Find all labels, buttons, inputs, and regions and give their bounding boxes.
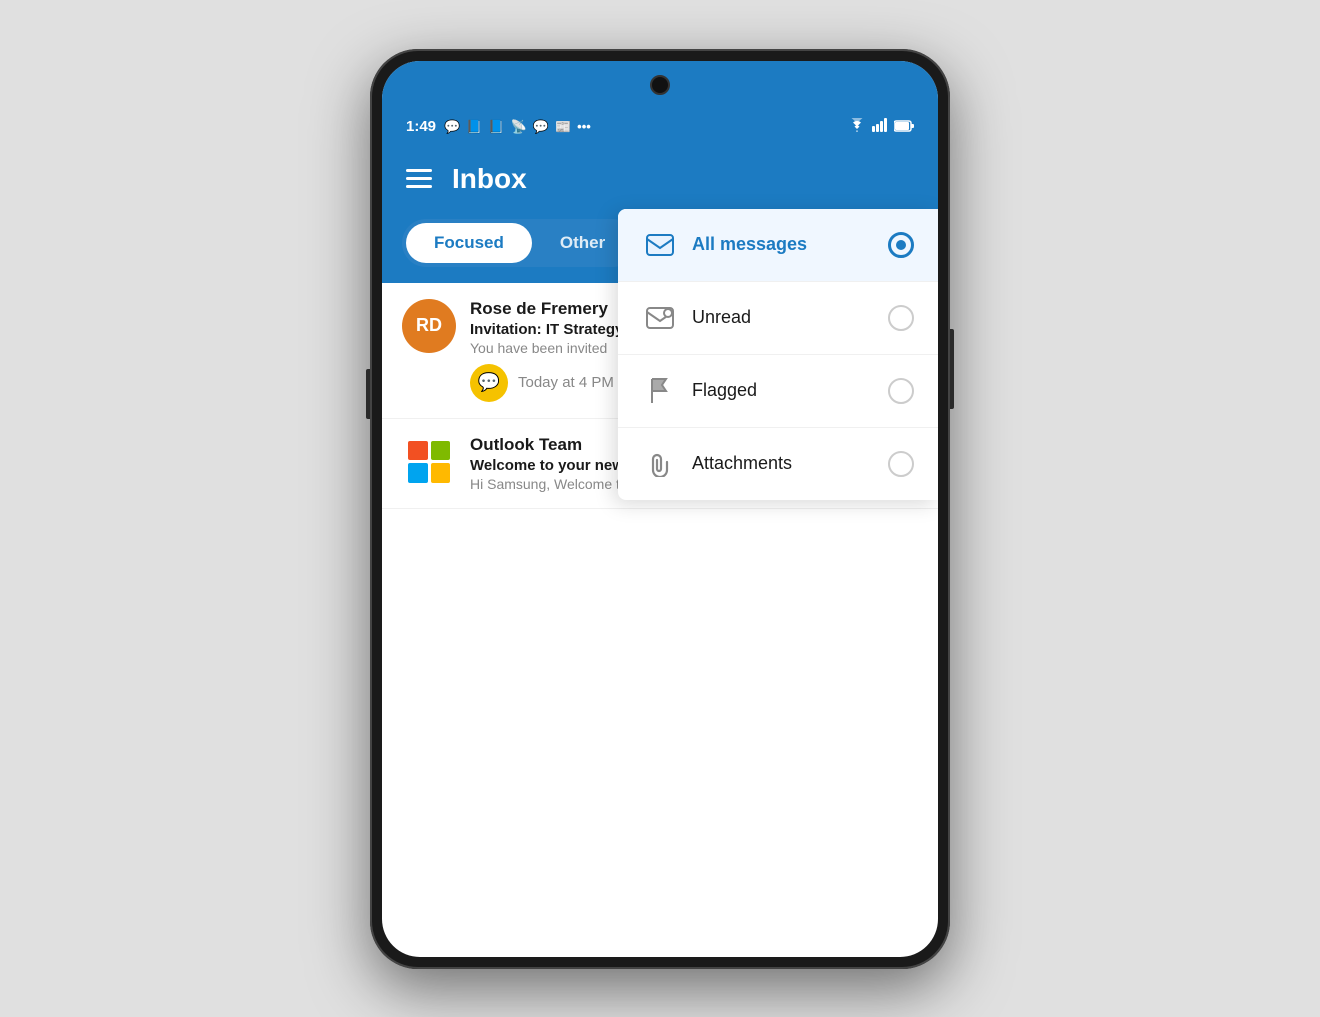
logo-green — [431, 441, 451, 461]
facebook2-icon: 📘 — [488, 119, 504, 135]
hamburger-menu[interactable] — [406, 169, 432, 188]
flagged-label: Flagged — [692, 380, 874, 401]
flagged-icon — [642, 373, 678, 409]
camera-lens — [650, 75, 670, 95]
all-messages-label: All messages — [692, 234, 874, 255]
menu-line-1 — [406, 169, 432, 172]
all-messages-icon — [642, 227, 678, 263]
logo-blue — [408, 463, 428, 483]
avatar-rd: RD — [402, 299, 456, 353]
facebook-icon: 📘 — [466, 119, 482, 135]
tab-toggle: Focused Other — [402, 219, 637, 267]
status-right-icons — [848, 118, 914, 135]
radio-all-messages[interactable] — [888, 232, 914, 258]
attachments-label: Attachments — [692, 453, 874, 474]
radio-unread[interactable] — [888, 305, 914, 331]
radio-flagged[interactable] — [888, 378, 914, 404]
filter-unread[interactable]: Unread — [618, 282, 938, 355]
unread-label: Unread — [692, 307, 874, 328]
signal-icon — [872, 118, 888, 135]
filter-flagged[interactable]: Flagged — [618, 355, 938, 428]
filter-dropdown: All messages Unread — [618, 209, 938, 500]
filter-attachments[interactable]: Attachments — [618, 428, 938, 500]
message-icon: 💬 — [533, 119, 549, 135]
time-display: 1:49 — [406, 118, 436, 135]
inbox-title: Inbox — [452, 163, 527, 195]
phone-frame: 1:49 💬 📘 📘 📡 💬 📰 ••• — [370, 49, 950, 969]
more-icon: ••• — [577, 119, 591, 134]
news-icon: 📰 — [555, 119, 571, 135]
filter-all-messages[interactable]: All messages — [618, 209, 938, 282]
logo-yellow — [431, 463, 451, 483]
outlook-logo — [402, 435, 456, 489]
menu-line-3 — [406, 185, 432, 188]
phone-screen: 1:49 💬 📘 📘 📡 💬 📰 ••• — [382, 61, 938, 957]
radio-icon: 📡 — [511, 119, 527, 135]
radio-attachments[interactable] — [888, 451, 914, 477]
battery-icon — [894, 119, 914, 135]
unread-icon — [642, 300, 678, 336]
logo-red — [408, 441, 428, 461]
tab-focused[interactable]: Focused — [406, 223, 532, 263]
power-button — [950, 329, 954, 409]
meeting-icon: 💬 — [470, 364, 508, 402]
menu-line-2 — [406, 177, 432, 180]
app-header: Inbox — [382, 145, 938, 211]
wifi-icon — [848, 118, 866, 135]
volume-button — [366, 369, 370, 419]
camera-bar — [382, 61, 938, 109]
notification-icons: 💬 📘 📘 📡 💬 📰 ••• — [444, 119, 591, 135]
chat-icon: 💬 — [444, 119, 460, 135]
attachments-icon — [642, 446, 678, 482]
status-bar: 1:49 💬 📘 📘 📡 💬 📰 ••• — [382, 109, 938, 145]
